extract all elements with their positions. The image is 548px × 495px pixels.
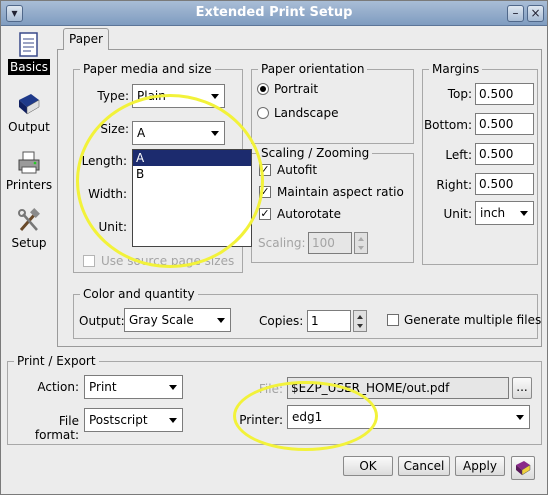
size-select[interactable]: A xyxy=(132,121,225,145)
autofit-label: Autofit xyxy=(277,163,318,177)
generate-files-label: Generate multiple files xyxy=(404,313,542,327)
margin-unit-label: Unit: xyxy=(443,207,472,221)
chevron-down-icon xyxy=(211,131,219,136)
copies-label: Copies: xyxy=(259,314,304,328)
chevron-down-icon xyxy=(169,385,177,390)
use-source-label: Use source page sizes xyxy=(101,254,235,268)
printer-label: Printer: xyxy=(239,413,283,427)
group-title: Paper media and size xyxy=(80,62,215,76)
apply-button[interactable]: Apply xyxy=(455,456,505,476)
autorotate-label: Autorotate xyxy=(277,207,342,221)
document-icon xyxy=(19,32,38,57)
printer-value: edg1 xyxy=(292,410,323,424)
file-label: File: xyxy=(258,382,283,396)
chevron-down-icon xyxy=(169,418,177,423)
length-label: Length: xyxy=(81,154,127,168)
book-icon xyxy=(19,94,40,115)
help-button[interactable] xyxy=(511,456,535,480)
type-select[interactable]: Plain xyxy=(132,84,225,108)
file-format-label: File format: xyxy=(34,414,79,442)
copies-stepper[interactable] xyxy=(353,310,367,332)
margin-right-input[interactable]: 0.500 xyxy=(475,173,534,195)
print-export-group: Print / Export xyxy=(7,354,542,445)
margin-bottom-input[interactable]: 0.500 xyxy=(475,113,534,135)
sidebar: Basics Output Printers Setup xyxy=(5,30,53,345)
size-option-b[interactable]: B xyxy=(133,166,251,182)
sidebar-item-setup[interactable]: Setup xyxy=(5,208,53,250)
window-title: Extended Print Setup xyxy=(195,5,353,20)
margin-top-label: Top: xyxy=(447,87,472,101)
action-value: Print xyxy=(89,380,117,394)
type-label: Type: xyxy=(97,89,129,103)
landscape-label: Landscape xyxy=(274,106,339,120)
help-book-icon xyxy=(516,461,531,476)
minimize-icon[interactable]: – xyxy=(507,5,524,22)
sidebar-item-printers[interactable]: Printers xyxy=(5,150,53,192)
tab-paper[interactable]: Paper xyxy=(63,28,109,50)
width-label: Width: xyxy=(88,187,127,201)
autofit-checkbox[interactable]: ✓ xyxy=(259,164,271,176)
maintain-aspect-label: Maintain aspect ratio xyxy=(277,185,404,199)
group-title: Margins xyxy=(429,62,483,76)
portrait-label: Portrait xyxy=(274,82,319,96)
maintain-aspect-checkbox[interactable]: ✓ xyxy=(259,186,271,198)
sidebar-item-label: Output xyxy=(8,120,50,134)
chevron-down-icon xyxy=(217,318,225,323)
margin-unit-select[interactable]: inch xyxy=(475,201,534,225)
ok-button[interactable]: OK xyxy=(343,456,393,476)
margin-right-label: Right: xyxy=(436,178,472,192)
margin-left-input[interactable]: 0.500 xyxy=(475,143,534,165)
action-select[interactable]: Print xyxy=(84,375,183,399)
sidebar-item-output[interactable]: Output xyxy=(5,92,53,134)
margin-top-input[interactable]: 0.500 xyxy=(475,83,534,105)
output-label: Output: xyxy=(79,314,125,328)
sidebar-item-label: Basics xyxy=(7,59,51,75)
size-dropdown-list[interactable]: A B xyxy=(132,149,252,247)
autorotate-checkbox[interactable]: ✓ xyxy=(259,208,271,220)
output-value: Gray Scale xyxy=(129,313,194,327)
printer-icon xyxy=(18,151,40,174)
portrait-radio[interactable] xyxy=(257,83,269,95)
group-title: Color and quantity xyxy=(80,287,198,301)
browse-button[interactable]: ... xyxy=(512,377,532,399)
margin-left-label: Left: xyxy=(445,148,472,162)
size-label: Size: xyxy=(100,122,129,136)
group-title: Print / Export xyxy=(14,354,99,368)
type-value: Plain xyxy=(137,89,166,103)
chevron-down-icon xyxy=(520,211,528,216)
title-bar[interactable]: ▾ Extended Print Setup – × xyxy=(1,1,547,26)
group-title: Paper orientation xyxy=(258,62,368,76)
printer-select[interactable]: edg1 xyxy=(287,405,530,429)
scaling-input[interactable]: 100 xyxy=(308,232,352,254)
action-label: Action: xyxy=(37,380,79,394)
tools-icon xyxy=(18,208,40,231)
chevron-down-icon xyxy=(516,415,524,420)
margin-unit-value: inch xyxy=(480,206,506,220)
copies-input[interactable]: 1 xyxy=(307,310,351,332)
scaling-stepper[interactable] xyxy=(354,232,368,254)
size-option-a[interactable]: A xyxy=(133,150,251,166)
file-path-input[interactable]: $EZP_USER_HOME/out.pdf xyxy=(287,377,509,399)
size-value: A xyxy=(137,126,146,140)
output-select[interactable]: Gray Scale xyxy=(124,308,231,332)
sidebar-item-label: Printers xyxy=(5,178,53,192)
cancel-button[interactable]: Cancel xyxy=(398,456,450,476)
use-source-checkbox[interactable] xyxy=(83,255,95,267)
sidebar-item-label: Setup xyxy=(11,236,47,250)
file-format-value: Postscript xyxy=(89,413,148,427)
group-title: Scaling / Zooming xyxy=(258,146,373,160)
scaling-label: Scaling: xyxy=(258,236,306,250)
chevron-down-icon xyxy=(211,94,219,99)
unit-label: Unit: xyxy=(98,220,127,234)
generate-files-checkbox[interactable] xyxy=(387,314,399,326)
close-icon[interactable]: × xyxy=(527,5,544,22)
print-setup-window: ▾ Extended Print Setup – × Basics Output xyxy=(0,0,548,495)
margin-bottom-label: Bottom: xyxy=(423,118,472,132)
file-format-select[interactable]: Postscript xyxy=(84,408,183,432)
sidebar-item-basics[interactable]: Basics xyxy=(5,32,53,75)
landscape-radio[interactable] xyxy=(257,107,269,119)
